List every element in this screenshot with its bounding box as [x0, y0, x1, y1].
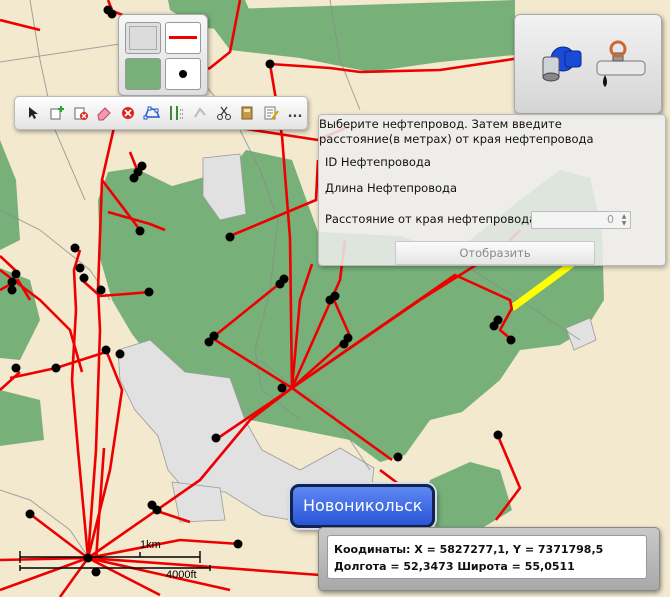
polygon-swatch-icon[interactable]	[125, 22, 161, 54]
editing-toolbar: ...	[14, 96, 308, 130]
spin-down-icon[interactable]: ▼	[619, 220, 629, 227]
show-button[interactable]: Отобразить	[395, 241, 595, 265]
edit-properties-icon[interactable]	[259, 102, 283, 124]
instruction-text: Выберите нефтепровод. Затем введите расс…	[319, 117, 594, 146]
layer-icons-panel	[514, 14, 662, 114]
pipeline-length-label: Длина Нефтепровода	[325, 181, 458, 195]
measure-distance-dialog: Выберите нефтепровод. Затем введите расс…	[318, 114, 666, 266]
spin-up-icon[interactable]: ▲	[619, 213, 629, 220]
select-arrow-icon[interactable]	[21, 102, 45, 124]
attributes-icon[interactable]	[235, 102, 259, 124]
coordinates-readout: Коодинаты: X = 5827277,1, Y = 7371798,5 …	[327, 535, 647, 579]
coordinates-panel: Коодинаты: X = 5827277,1, Y = 7371798,5 …	[318, 527, 660, 591]
point-swatch-icon[interactable]	[165, 58, 201, 90]
distance-label: Расстояние от края нефтепровода	[325, 212, 537, 226]
eraser-icon[interactable]	[92, 102, 116, 124]
scale-bar-ft-label: 4000ft	[166, 569, 197, 581]
add-feature-icon[interactable]	[45, 102, 69, 124]
scale-bar-km-label: 1km	[140, 539, 161, 551]
reshape-icon[interactable]	[188, 102, 212, 124]
more-tools-button[interactable]: ...	[283, 102, 307, 124]
distance-input[interactable]: 0 ▲ ▼	[531, 211, 631, 229]
area-fill-swatch-icon[interactable]	[125, 58, 161, 90]
pipeline-id-label: ID Нефтепровода	[325, 155, 431, 169]
city-label: Новоникольск	[290, 484, 436, 528]
delete-icon[interactable]	[116, 102, 140, 124]
valve-icon[interactable]	[537, 41, 585, 85]
line-swatch-icon[interactable]	[165, 22, 201, 54]
cut-icon[interactable]	[212, 102, 236, 124]
edit-vertices-icon[interactable]	[140, 102, 164, 124]
split-icon[interactable]	[164, 102, 188, 124]
delete-feature-icon[interactable]	[69, 102, 93, 124]
symbol-swatch-panel	[118, 14, 208, 96]
distance-value: 0	[607, 213, 614, 226]
lonlat-coordinates-text: Долгота = 52,3473 Широта = 55,0511	[334, 560, 575, 573]
xy-coordinates-text: Коодинаты: X = 5827277,1, Y = 7371798,5	[334, 543, 604, 556]
pipe-leak-icon[interactable]	[593, 39, 649, 89]
